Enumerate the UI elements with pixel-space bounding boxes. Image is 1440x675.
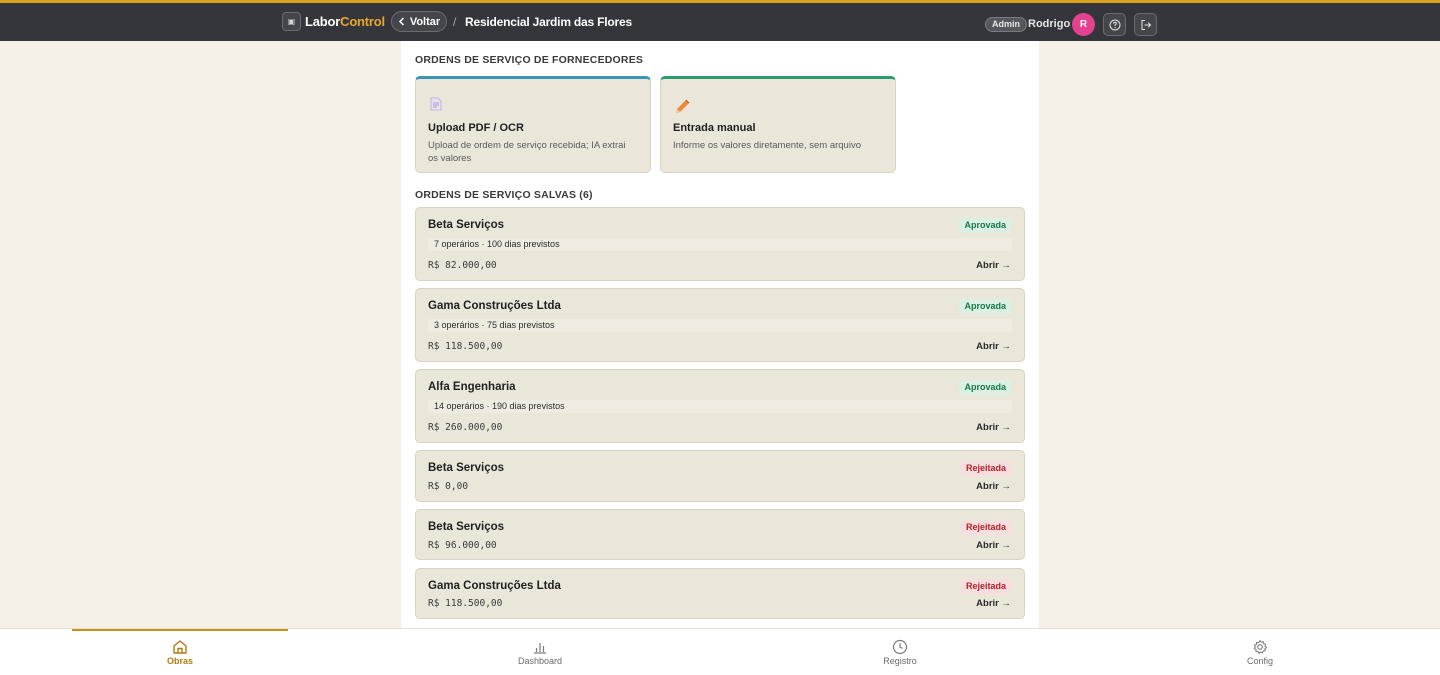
nav-label: Registro: [883, 656, 917, 666]
bottom-nav: Obras Dashboard Registro Config: [0, 628, 1440, 675]
order-meta: 7 operários · 100 dias previstos: [428, 238, 1012, 251]
order-card[interactable]: Gama Construções Ltda Rejeitada R$ 118.5…: [415, 568, 1025, 619]
bar-chart-icon: [534, 643, 546, 654]
order-card[interactable]: Gama Construções Ltda Aprovada 3 operári…: [415, 288, 1025, 362]
logout-button[interactable]: [1134, 13, 1157, 36]
open-link[interactable]: Abrir →: [976, 540, 1011, 551]
open-link[interactable]: Abrir →: [976, 422, 1011, 433]
logout-icon: [1141, 19, 1151, 30]
status-badge: Rejeitada: [960, 579, 1011, 594]
manual-card-title: Entrada manual: [673, 122, 756, 134]
status-badge: Aprovada: [959, 218, 1011, 233]
nav-item-obras[interactable]: Obras: [140, 639, 220, 666]
saved-orders-heading: ORDENS DE SERVIÇO SALVAS (6): [415, 189, 593, 201]
avatar[interactable]: R: [1072, 13, 1095, 36]
role-badge: Admin: [985, 17, 1027, 32]
user-name: Rodrigo: [1028, 18, 1071, 30]
clock-icon: [892, 639, 908, 655]
manual-entry-card[interactable]: Entrada manual Informe os valores direta…: [660, 76, 896, 173]
order-card[interactable]: Beta Serviços Rejeitada R$ 96.000,00 Abr…: [415, 509, 1025, 560]
brand-name: LaborControl: [305, 14, 385, 29]
order-card[interactable]: Alfa Engenharia Aprovada 14 operários · …: [415, 369, 1025, 443]
pencil-icon: [674, 97, 692, 120]
order-value: R$ 82.000,00: [428, 260, 497, 271]
home-icon: [173, 640, 187, 654]
back-button[interactable]: Voltar: [391, 11, 447, 32]
open-link[interactable]: Abrir →: [976, 341, 1011, 352]
brand-logo[interactable]: ▣ LaborControl: [282, 12, 385, 31]
supplier-name: Gama Construções Ltda: [428, 300, 561, 312]
nav-item-registro[interactable]: Registro: [860, 639, 940, 666]
upload-pdf-ocr-card[interactable]: Upload PDF / OCR Upload de ordem de serv…: [415, 76, 651, 173]
nav-label: Dashboard: [517, 656, 563, 666]
open-link[interactable]: Abrir →: [976, 481, 1011, 492]
upload-card-title: Upload PDF / OCR: [428, 122, 524, 134]
chevron-left-icon: [398, 17, 404, 26]
upload-card-description: Upload de ordem de serviço recebida; IA …: [428, 140, 626, 164]
document-icon: [429, 97, 443, 116]
supplier-name: Beta Serviços: [428, 462, 505, 474]
supplier-name: Beta Serviços: [428, 521, 505, 533]
open-link[interactable]: Abrir →: [976, 598, 1011, 609]
order-value: R$ 260.000,00: [428, 422, 503, 433]
order-value: R$ 0,00: [428, 481, 469, 492]
app-icon: ▣: [282, 12, 301, 31]
help-button[interactable]: [1103, 13, 1126, 36]
supplier-name: Beta Serviços: [428, 219, 505, 231]
supplier-name: Alfa Engenharia: [428, 381, 516, 393]
order-meta: 14 operários · 190 dias previstos: [428, 400, 1012, 413]
status-badge: Rejeitada: [960, 520, 1011, 535]
nav-label: Obras: [166, 656, 193, 666]
manual-card-description: Informe os valores diretamente, sem arqu…: [673, 140, 861, 151]
breadcrumb-separator: /: [453, 15, 457, 29]
order-value: R$ 118.500,00: [428, 341, 503, 352]
supplier-orders-heading: ORDENS DE SERVIÇO DE FORNECEDORES: [415, 54, 644, 66]
supplier-name: Gama Construções Ltda: [428, 580, 561, 592]
order-card[interactable]: Beta Serviços Aprovada 7 operários · 100…: [415, 207, 1025, 281]
nav-item-config[interactable]: Config: [1220, 639, 1300, 666]
order-value: R$ 118.500,00: [428, 598, 503, 609]
back-button-label: Voltar: [409, 15, 441, 28]
status-badge: Rejeitada: [960, 461, 1011, 476]
order-card[interactable]: Beta Serviços Rejeitada R$ 0,00 Abrir →: [415, 450, 1025, 502]
open-link[interactable]: Abrir →: [976, 260, 1011, 271]
gear-icon: [1253, 639, 1268, 655]
order-value: R$ 96.000,00: [428, 540, 497, 551]
active-nav-indicator: [72, 629, 288, 631]
order-meta: 3 operários · 75 dias previstos: [428, 319, 1012, 332]
nav-item-dashboard[interactable]: Dashboard: [500, 639, 580, 666]
top-bar: ▣ LaborControl Voltar / Residencial Jard…: [0, 0, 1440, 41]
status-badge: Aprovada: [959, 380, 1011, 395]
status-badge: Aprovada: [959, 299, 1011, 314]
nav-label: Config: [1246, 656, 1273, 666]
help-icon: [1109, 19, 1120, 30]
page-title: Residencial Jardim das Flores: [465, 15, 632, 29]
